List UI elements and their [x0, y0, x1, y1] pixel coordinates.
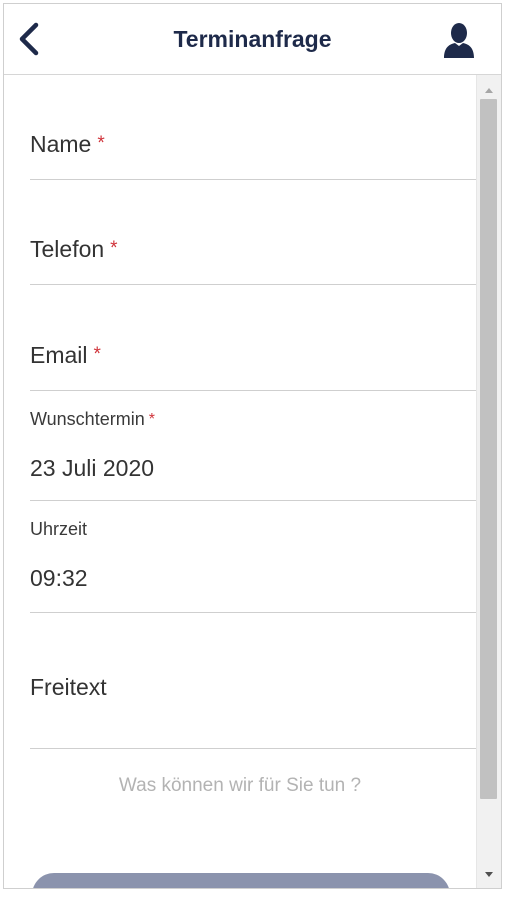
back-button[interactable] — [14, 20, 48, 58]
header-bar: Terminanfrage — [4, 4, 501, 75]
telefon-label: Telefon * — [30, 236, 118, 262]
profile-button[interactable] — [441, 22, 477, 60]
email-label: Email * — [30, 342, 101, 368]
wunschtermin-field[interactable]: Wunschtermin * 23 Juli 2020 — [30, 391, 476, 501]
required-mark: * — [93, 344, 101, 365]
freitext-hint: Was können wir für Sie tun ? — [118, 775, 362, 796]
app-frame: Terminanfrage Name * Telefon * Email * Wuns… — [3, 3, 502, 889]
freitext-label: Freitext — [30, 674, 107, 700]
scroll-down-button[interactable] — [477, 864, 501, 886]
name-label: Name * — [30, 131, 105, 157]
arrow-up-icon — [485, 88, 493, 93]
uhrzeit-label: Uhrzeit — [30, 519, 88, 539]
scrollbar[interactable] — [476, 75, 501, 888]
scroll-up-button[interactable] — [477, 79, 501, 101]
required-mark: * — [148, 411, 155, 428]
user-icon — [444, 23, 474, 58]
submit-button[interactable] — [32, 873, 450, 888]
page-title: Terminanfrage — [173, 26, 332, 52]
freitext-field[interactable]: Freitext — [30, 613, 476, 749]
arrow-down-icon — [485, 872, 493, 877]
name-field[interactable]: Name * — [30, 75, 476, 180]
required-mark: * — [110, 238, 118, 259]
wunschtermin-value: 23 Juli 2020 — [30, 455, 155, 481]
telefon-field[interactable]: Telefon * — [30, 180, 476, 285]
chevron-left-icon — [19, 22, 39, 56]
uhrzeit-field[interactable]: Uhrzeit 09:32 — [30, 501, 476, 613]
wunschtermin-label: Wunschtermin * — [30, 409, 155, 429]
email-field[interactable]: Email * — [30, 285, 476, 391]
uhrzeit-value: 09:32 — [30, 565, 88, 591]
form-content: Name * Telefon * Email * Wunschtermin * 23 J… — [4, 75, 476, 888]
scrollbar-thumb[interactable] — [480, 99, 497, 799]
required-mark: * — [97, 133, 105, 154]
